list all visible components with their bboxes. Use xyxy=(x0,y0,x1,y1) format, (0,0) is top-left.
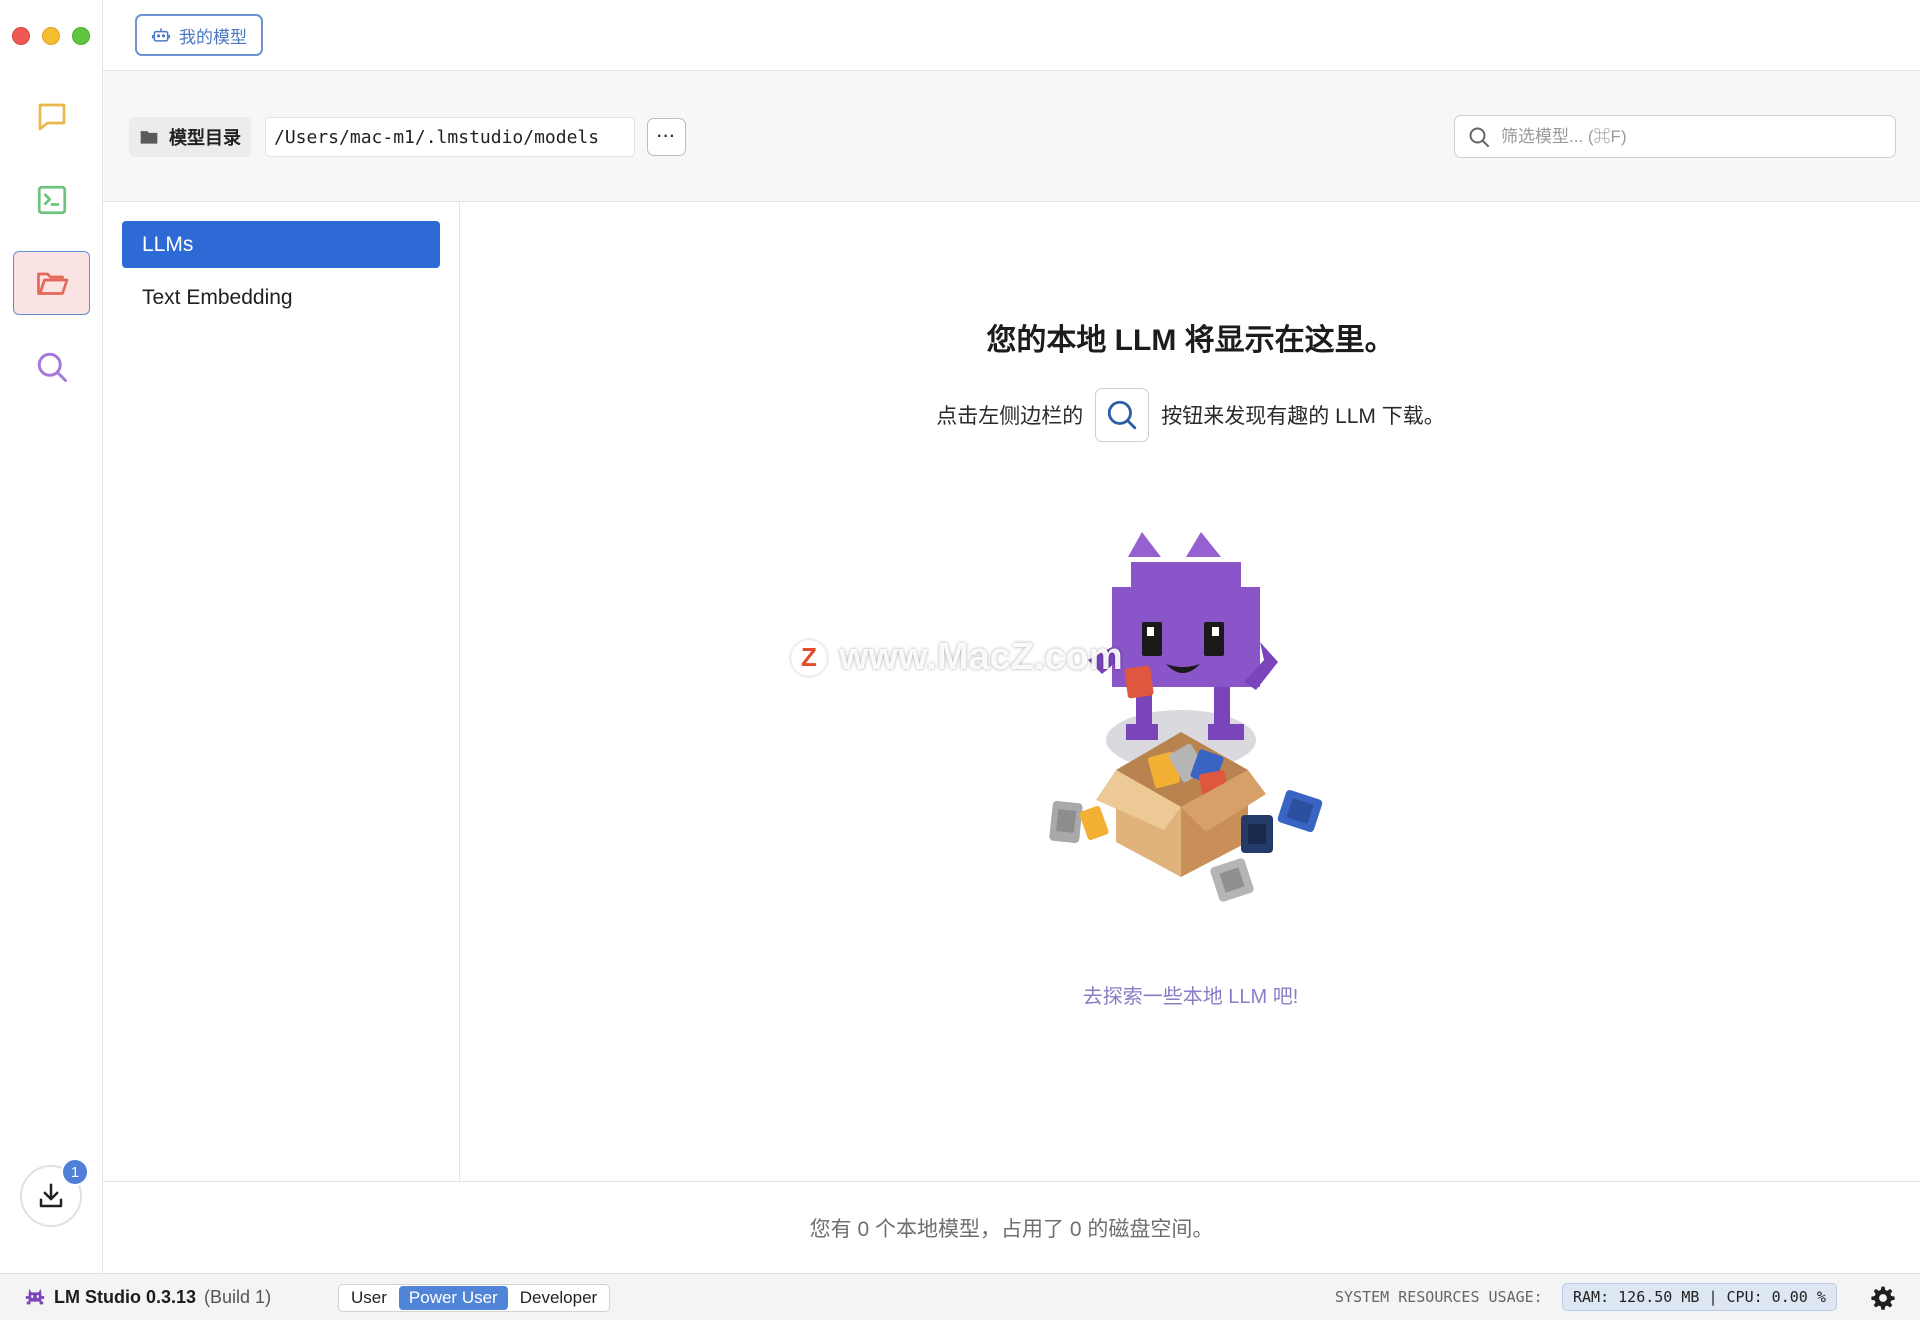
tab-my-models-label: 我的模型 xyxy=(179,27,247,47)
category-text-embedding[interactable]: Text Embedding xyxy=(122,274,440,321)
robot-icon xyxy=(151,28,171,42)
rail-discover-button[interactable] xyxy=(13,335,90,399)
zoom-window-button[interactable] xyxy=(72,27,90,45)
explore-llms-link[interactable]: 去探索一些本地 LLM 吧! xyxy=(461,980,1920,1009)
category-llms[interactable]: LLMs xyxy=(122,221,440,268)
empty-state-hint-after: 按钮来发现有趣的 LLM 下载。 xyxy=(1161,405,1445,428)
terminal-icon xyxy=(37,185,66,215)
downloads-button[interactable]: 1 xyxy=(20,1158,89,1227)
gear-icon[interactable] xyxy=(1870,1285,1896,1311)
close-window-button[interactable] xyxy=(12,27,30,45)
models-main-panel: 您的本地 LLM 将显示在这里。 点击左侧边栏的 按钮来发现有趣的 LLM 下载… xyxy=(461,202,1920,1181)
model-category-list: LLMs Text Embedding xyxy=(103,202,460,1181)
system-resources-value[interactable]: RAM: 126.50 MB | CPU: 0.00 % xyxy=(1562,1283,1837,1311)
lm-studio-logo-icon xyxy=(25,1288,45,1305)
empty-state-hint: 点击左侧边栏的 按钮来发现有趣的 LLM 下载。 xyxy=(461,388,1920,442)
app-window: 1 我的模型 模型目录 /Users/mac-m1/.lmstudio/mode… xyxy=(0,0,1920,1320)
models-directory-label-text: 模型目录 xyxy=(169,128,241,148)
discover-search-icon-illustration xyxy=(1095,388,1150,442)
downloads-count-badge: 1 xyxy=(61,1158,89,1186)
search-icon xyxy=(1108,400,1137,430)
mode-user[interactable]: User xyxy=(341,1286,397,1310)
app-build: (Build 1) xyxy=(204,1286,272,1307)
left-rail: 1 xyxy=(0,0,103,1273)
filter-models-input[interactable] xyxy=(1501,126,1881,147)
mode-power-user[interactable]: Power User xyxy=(398,1286,508,1310)
empty-state-title: 您的本地 LLM 将显示在这里。 xyxy=(986,324,1395,357)
ui-mode-switch: User Power User Developer xyxy=(338,1284,611,1312)
minimize-window-button[interactable] xyxy=(42,27,60,45)
window-controls xyxy=(12,27,90,45)
folder-open-icon xyxy=(36,272,68,295)
chat-bubble-icon xyxy=(38,103,65,131)
tab-my-models[interactable]: 我的模型 xyxy=(135,14,263,56)
watermark-text: www.MacZ.com xyxy=(839,636,1123,678)
rail-my-models-button[interactable] xyxy=(13,251,90,315)
empty-state-hint-before: 点击左侧边栏的 xyxy=(936,405,1084,428)
watermark: Z www.MacZ.com xyxy=(791,636,1123,679)
watermark-logo: Z xyxy=(791,639,827,676)
search-icon xyxy=(1469,127,1489,147)
mode-developer[interactable]: Developer xyxy=(510,1286,608,1310)
models-summary: 您有 0 个本地模型，占用了 0 的磁盘空间。 xyxy=(103,1181,1920,1273)
rail-chat-button[interactable] xyxy=(13,85,90,149)
directory-more-button[interactable]: ··· xyxy=(647,118,686,156)
models-directory-label: 模型目录 xyxy=(129,117,251,157)
filter-models-search[interactable] xyxy=(1454,115,1896,158)
search-icon xyxy=(37,352,67,382)
app-name: LM Studio 0.3.13 xyxy=(54,1286,197,1307)
folder-icon xyxy=(140,131,158,144)
tab-bar: 我的模型 xyxy=(103,0,1920,71)
models-toolbar: 模型目录 /Users/mac-m1/.lmstudio/models ··· xyxy=(103,71,1920,202)
models-directory-path[interactable]: /Users/mac-m1/.lmstudio/models xyxy=(265,117,635,157)
mascot-box-illustration xyxy=(1049,532,1323,902)
download-icon xyxy=(39,1183,63,1208)
status-bar: LM Studio 0.3.13 (Build 1) User Power Us… xyxy=(0,1273,1920,1320)
rail-developer-button[interactable] xyxy=(13,168,90,232)
app-brand: LM Studio 0.3.13 (Build 1) xyxy=(24,1286,271,1308)
system-resources-label: SYSTEM RESOURCES USAGE: xyxy=(1335,1288,1543,1306)
